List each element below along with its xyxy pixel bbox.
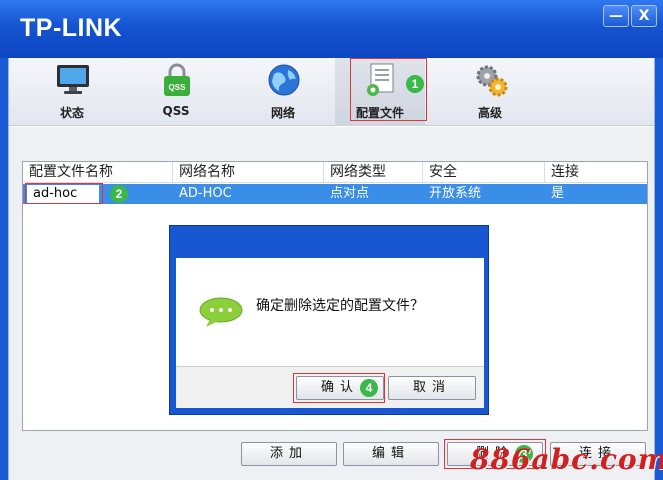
- nav-item-label: 高级: [477, 106, 502, 120]
- qss-icon-text: QSS: [169, 83, 187, 92]
- monitor-icon: [57, 65, 89, 94]
- nav-item-advanced[interactable]: 高级: [445, 58, 535, 126]
- cell-network-name: AD-HOC: [179, 186, 232, 201]
- nav-toolbar: 状态 QSS QSS 网络 配置文件 高级 1: [9, 58, 654, 126]
- nav-item-qss[interactable]: QSS QSS: [131, 58, 221, 126]
- globe-icon: [268, 64, 300, 96]
- app-logo: TP-LINK: [20, 14, 123, 42]
- gears-icon: [476, 65, 508, 97]
- add-button[interactable]: 添加: [241, 442, 337, 466]
- highlight-box-profile-name: [25, 183, 103, 204]
- column-header[interactable]: 连接: [545, 162, 647, 183]
- content-area: 配置文件名称 网络名称 网络类型 安全 连接 ad-hoc AD-HOC 点对点…: [9, 127, 654, 480]
- confirm-dialog: 确定删除选定的配置文件？ 确认 取消 4: [169, 225, 489, 415]
- cell-network-type: 点对点: [330, 186, 370, 201]
- main-window: 状态 QSS QSS 网络 配置文件 高级 1 配置文件名称 网络名称 网络类型…: [8, 58, 655, 480]
- cancel-button[interactable]: 取消: [388, 376, 476, 400]
- step-badge-4: 4: [360, 379, 378, 397]
- title-bar: TP-LINK — X: [0, 0, 663, 58]
- cell-security: 开放系统: [429, 186, 482, 201]
- nav-item-label: QSS: [162, 104, 190, 118]
- minimize-button[interactable]: —: [603, 5, 629, 27]
- list-header: 配置文件名称 网络名称 网络类型 安全 连接: [23, 162, 647, 183]
- column-header[interactable]: 网络类型: [324, 162, 423, 183]
- dialog-body: 确定删除选定的配置文件？ 确认 取消 4: [176, 258, 484, 408]
- nav-item-label: 网络: [270, 106, 295, 120]
- column-header[interactable]: 安全: [423, 162, 545, 183]
- column-header[interactable]: 网络名称: [173, 162, 324, 183]
- nav-item-network[interactable]: 网络: [238, 58, 328, 126]
- step-badge-1: 1: [406, 75, 424, 93]
- cell-connected: 是: [551, 186, 565, 201]
- nav-item-status[interactable]: 状态: [27, 58, 117, 126]
- qss-lock-icon: QSS: [164, 63, 190, 96]
- nav-item-label: 状态: [59, 106, 84, 120]
- watermark-text: 886abc.com: [470, 443, 663, 476]
- column-header[interactable]: 配置文件名称: [23, 162, 173, 183]
- dialog-footer: 确认 取消 4: [176, 366, 484, 408]
- close-button[interactable]: X: [631, 5, 657, 27]
- speech-bubble-icon: [199, 297, 243, 327]
- dialog-message: 确定删除选定的配置文件？: [256, 298, 424, 314]
- edit-button[interactable]: 编辑: [343, 442, 439, 466]
- step-badge-2: 2: [110, 185, 128, 203]
